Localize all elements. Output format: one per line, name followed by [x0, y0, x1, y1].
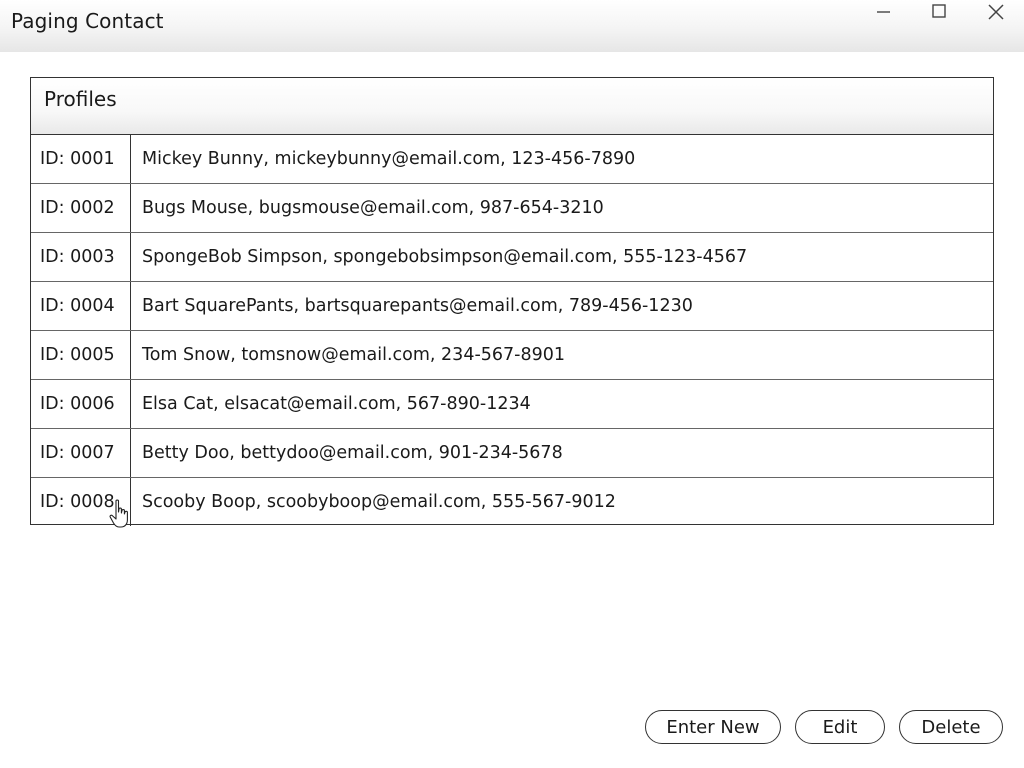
profile-info: Bugs Mouse, bugsmouse@email.com, 987-654… [142, 198, 604, 218]
title-bar: Paging Contact [0, 0, 1024, 52]
profile-row[interactable]: ID: 0003 SpongeBob Simpson, spongebobsim… [31, 233, 993, 282]
profile-info: Scooby Boop, scoobyboop@email.com, 555-5… [142, 492, 616, 512]
profile-id: ID: 0004 [31, 282, 131, 330]
profiles-heading: Profiles [44, 87, 117, 111]
maximize-icon [932, 4, 946, 18]
profiles-header: Profiles [31, 78, 993, 135]
profile-row[interactable]: ID: 0001 Mickey Bunny, mickeybunny@email… [31, 135, 993, 184]
profile-row[interactable]: ID: 0007 Betty Doo, bettydoo@email.com, … [31, 429, 993, 478]
profile-row[interactable]: ID: 0002 Bugs Mouse, bugsmouse@email.com… [31, 184, 993, 233]
profile-id: ID: 0008 [31, 478, 131, 526]
close-button[interactable] [976, 0, 1016, 26]
profile-info: Elsa Cat, elsacat@email.com, 567-890-123… [142, 394, 531, 414]
minimize-button[interactable] [863, 0, 903, 26]
profile-row[interactable]: ID: 0005 Tom Snow, tomsnow@email.com, 23… [31, 331, 993, 380]
profile-row[interactable]: ID: 0008 Scooby Boop, scoobyboop@email.c… [31, 478, 993, 526]
profile-info: Mickey Bunny, mickeybunny@email.com, 123… [142, 149, 636, 169]
edit-button[interactable]: Edit [795, 710, 885, 744]
profile-id: ID: 0007 [31, 429, 131, 477]
enter-new-button[interactable]: Enter New [645, 710, 781, 744]
profiles-panel: Profiles ID: 0001 Mickey Bunny, mickeybu… [30, 77, 994, 526]
profile-info: Betty Doo, bettydoo@email.com, 901-234-5… [142, 443, 563, 463]
app-window: Paging Contact Profiles ID: 0001 Mickey … [0, 0, 1024, 768]
profile-id: ID: 0006 [31, 380, 131, 428]
maximize-button[interactable] [919, 0, 959, 26]
profile-id: ID: 0003 [31, 233, 131, 281]
profile-id: ID: 0001 [31, 135, 131, 183]
profile-id: ID: 0005 [31, 331, 131, 379]
profile-info: Bart SquarePants, bartsquarepants@email.… [142, 296, 693, 316]
minimize-icon [877, 11, 890, 13]
profile-info: Tom Snow, tomsnow@email.com, 234-567-890… [142, 345, 566, 365]
delete-button[interactable]: Delete [899, 710, 1003, 744]
profile-row[interactable]: ID: 0006 Elsa Cat, elsacat@email.com, 56… [31, 380, 993, 429]
profile-id: ID: 0002 [31, 184, 131, 232]
profile-info: SpongeBob Simpson, spongebobsimpson@emai… [142, 247, 748, 267]
window-title: Paging Contact [11, 9, 164, 33]
close-icon [988, 4, 1004, 20]
profile-row[interactable]: ID: 0004 Bart SquarePants, bartsquarepan… [31, 282, 993, 331]
